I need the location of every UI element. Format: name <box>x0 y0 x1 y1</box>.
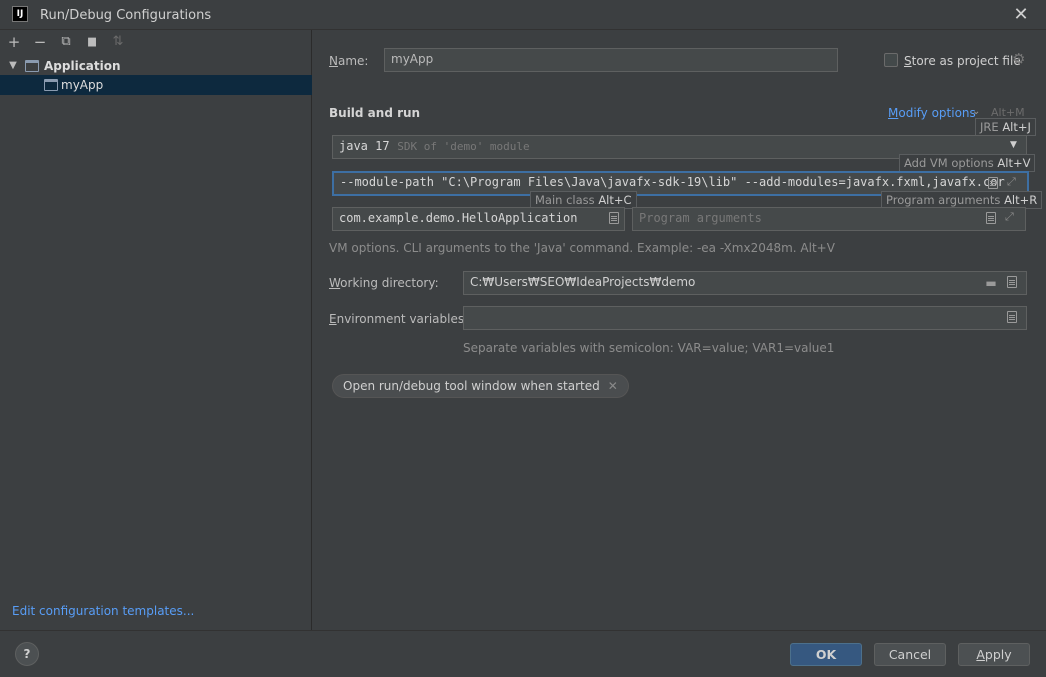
ok-button[interactable]: OK <box>790 643 862 666</box>
configurations-sidebar: + − ⧉ ▆ ⇅ ▼ Application myApp Edit confi… <box>0 30 312 630</box>
document-icon[interactable] <box>1007 276 1017 288</box>
copy-icon[interactable]: ⧉ <box>56 32 76 52</box>
help-button[interactable]: ? <box>15 642 39 666</box>
modify-options-link[interactable]: Modify options <box>888 106 976 120</box>
document-icon[interactable] <box>1007 311 1017 323</box>
vm-options-hint: Add VM options Alt+V <box>899 154 1036 172</box>
apply-button[interactable]: Apply <box>958 643 1030 666</box>
expand-icon[interactable]: ⤢ <box>1005 210 1014 224</box>
cancel-button[interactable]: Cancel <box>874 643 946 666</box>
name-input[interactable]: myApp <box>384 48 838 72</box>
configuration-form: Name: myApp Store as project file ⚙ Buil… <box>313 30 1046 630</box>
tree-item-myapp[interactable]: myApp <box>0 75 312 95</box>
intellij-logo-icon: IJ <box>12 6 28 22</box>
program-arguments-input[interactable]: Program arguments <box>632 207 1026 231</box>
open-tool-window-chip[interactable]: Open run/debug tool window when started ✕ <box>332 374 629 398</box>
chevron-down-icon[interactable]: ▼ <box>6 58 20 74</box>
add-icon[interactable]: + <box>4 32 24 52</box>
close-icon[interactable]: ✕ <box>1010 4 1032 26</box>
expand-icon[interactable]: ⤢ <box>1007 175 1016 189</box>
window-title: Run/Debug Configurations <box>40 8 212 23</box>
gear-icon[interactable]: ⚙ <box>1012 50 1025 68</box>
name-label: Name: <box>329 54 369 68</box>
tree-group-label: Application <box>44 59 121 73</box>
dialog-footer: ? OK Cancel Apply <box>0 630 1046 677</box>
store-as-project-file-checkbox[interactable] <box>884 53 898 67</box>
tree-group-application[interactable]: ▼ Application <box>0 56 312 76</box>
chevron-down-icon[interactable]: ⌄ <box>972 106 980 117</box>
close-icon[interactable]: ✕ <box>608 379 618 393</box>
application-config-icon <box>44 79 58 91</box>
dropdown-arrow-icon[interactable]: ▼ <box>1010 140 1017 150</box>
section-title: Build and run <box>329 106 421 120</box>
edit-templates-link[interactable]: Edit configuration templates... <box>12 604 194 618</box>
environment-variables-label: Environment variables: <box>329 312 469 326</box>
store-as-project-file-label: Store as project file <box>904 54 1021 68</box>
working-directory-input[interactable]: C:₩Users₩SEO₩IdeaProjects₩demo <box>463 271 1027 295</box>
vm-options-help-text: VM options. CLI arguments to the 'Java' … <box>329 241 835 255</box>
title-bar: IJ Run/Debug Configurations ✕ <box>0 0 1046 30</box>
main-class-input[interactable]: com.example.demo.HelloApplication <box>332 207 625 231</box>
tree-item-label: myApp <box>61 78 104 92</box>
folder-add-icon[interactable]: ▆ <box>82 32 102 52</box>
browse-class-icon[interactable] <box>609 212 619 224</box>
sidebar-toolbar: + − ⧉ ▆ ⇅ <box>0 30 312 54</box>
document-icon[interactable] <box>988 177 998 189</box>
chip-label: Open run/debug tool window when started <box>343 379 600 393</box>
folder-icon[interactable]: ▬ <box>984 275 998 291</box>
sort-icon[interactable]: ⇅ <box>108 32 128 52</box>
environment-variables-help-text: Separate variables with semicolon: VAR=v… <box>463 341 835 355</box>
application-icon <box>25 60 39 72</box>
environment-variables-input[interactable] <box>463 306 1027 330</box>
jre-hint: JRE Alt+J <box>975 118 1036 136</box>
remove-icon[interactable]: − <box>30 32 50 52</box>
working-directory-label: Working directory: <box>329 276 439 290</box>
document-icon[interactable] <box>986 212 996 224</box>
